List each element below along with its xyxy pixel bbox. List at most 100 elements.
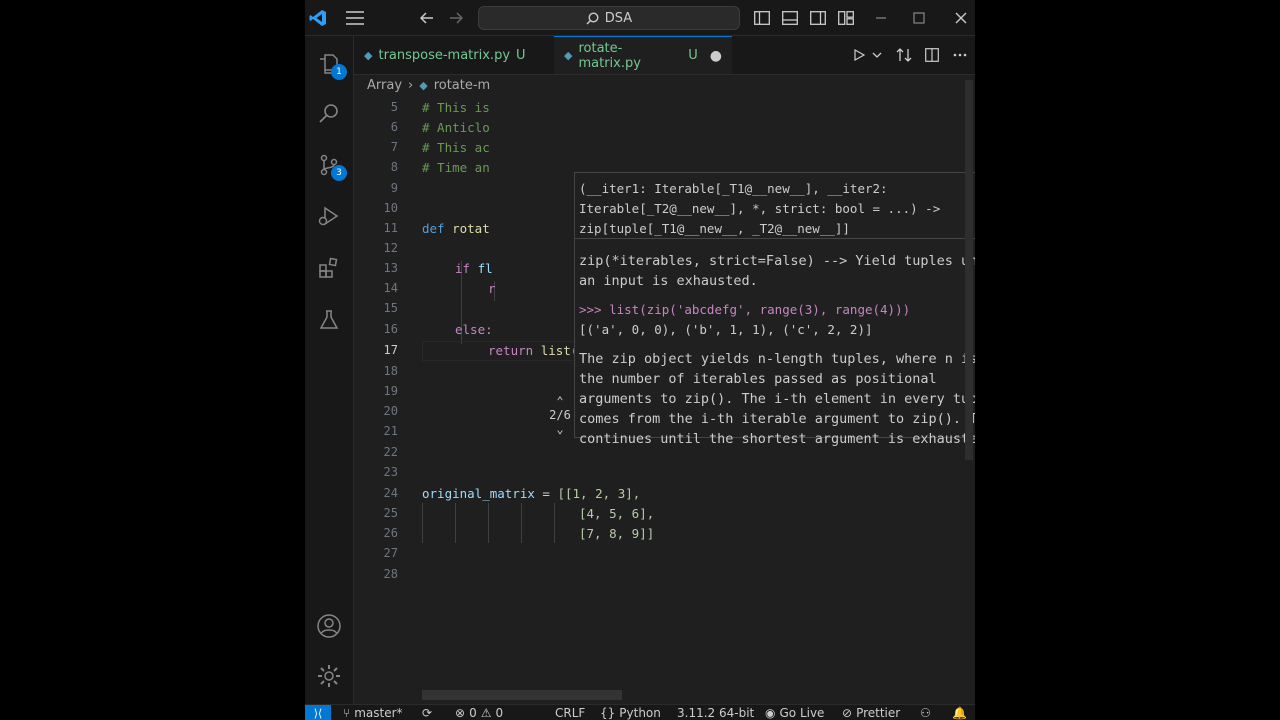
prettier-button[interactable]: ⊘ Prettier: [842, 706, 900, 720]
braces-icon: {}: [600, 706, 616, 720]
line-number: 13: [383, 261, 398, 275]
unsaved-dot-icon[interactable]: ●: [710, 48, 722, 64]
extensions-icon[interactable]: [313, 252, 345, 284]
toggle-primary-sidebar-icon[interactable]: [752, 8, 772, 28]
search-sidebar-icon[interactable]: [313, 98, 345, 130]
explorer-icon[interactable]: 1: [313, 48, 347, 80]
line-number: 7: [390, 140, 398, 154]
matrix-row-2: [4, 5, 6],: [579, 506, 655, 521]
accounts-status-icon[interactable]: ⚇: [920, 706, 931, 720]
accounts-icon[interactable]: [313, 610, 345, 642]
breadcrumb-file[interactable]: rotate-m: [434, 78, 491, 93]
overload-counter: 2/6: [549, 408, 571, 422]
run-python-icon[interactable]: [849, 45, 869, 65]
code-comment-line: # This ac: [422, 140, 490, 155]
code-comment-line: # Time an: [422, 160, 490, 175]
go-live-button[interactable]: ◉ Go Live: [765, 706, 824, 720]
variable-original-matrix: original_matrix: [422, 486, 535, 501]
back-arrow-icon[interactable]: [417, 8, 437, 28]
git-branch-icon: ⑂: [343, 706, 351, 720]
tab-label: rotate-matrix.py: [578, 40, 641, 71]
signature-line: (__iter1: Iterable[_T1@__new__], __iter2…: [579, 181, 888, 196]
line-number: 23: [383, 465, 398, 479]
status-bar: ⟩⟨ ⑂ master* ⟳ ⊗ 0 ⚠ 0 CRLF {} Python 3.11.…: [305, 704, 975, 720]
warning-count: 0: [495, 706, 504, 720]
code-comment-line: # This is: [422, 100, 490, 115]
line-number: 27: [383, 546, 398, 560]
chevron-right-icon: ›: [408, 78, 414, 93]
python-file-icon: ◆: [364, 48, 373, 62]
keyword-else: else:: [455, 322, 493, 337]
prettier-label: Prettier: [856, 706, 901, 720]
python-interpreter[interactable]: 3.11.2 64-bit: [677, 706, 754, 720]
more-actions-icon[interactable]: [950, 45, 970, 65]
line-number: 11: [383, 221, 398, 235]
vscode-window: DSA 1 3 ◆ transpose-matrix.py U ◆ rotate…: [305, 0, 975, 720]
code-line-return-partial: r: [488, 281, 496, 296]
indent-guide: [455, 503, 456, 543]
chevron-down-icon[interactable]: ⌄: [549, 422, 571, 436]
doc-example-input: >>> list(zip('abcdefg', range(3), range(…: [579, 302, 911, 317]
explorer-badge: 1: [331, 64, 347, 80]
menu-icon[interactable]: [345, 8, 365, 28]
line-number: 5: [390, 100, 398, 114]
remote-indicator-icon[interactable]: ⟩⟨: [305, 705, 331, 720]
forward-arrow-icon[interactable]: [446, 8, 466, 28]
chevron-up-icon[interactable]: ⌃: [549, 394, 571, 408]
editor-tabs: ◆ transpose-matrix.py U ◆ rotate-matrix.…: [354, 36, 975, 75]
split-editor-icon[interactable]: [922, 45, 942, 65]
chevron-down-icon[interactable]: [867, 45, 887, 65]
broadcast-icon: ◉: [765, 706, 776, 720]
tab-rotate-matrix[interactable]: ◆ rotate-matrix.py U ●: [554, 36, 732, 74]
language-mode[interactable]: {} Python: [600, 706, 661, 720]
branch-indicator[interactable]: ⑂ master*: [343, 706, 403, 720]
warning-icon: ⚠: [480, 706, 492, 720]
code-identifier: fl: [477, 261, 493, 276]
run-debug-icon[interactable]: [313, 200, 345, 232]
toggle-secondary-sidebar-icon[interactable]: [808, 8, 828, 28]
sync-icon[interactable]: ⟳: [422, 706, 432, 720]
tab-git-status: U: [688, 48, 698, 63]
keyword-def: def: [422, 221, 445, 236]
toggle-panel-icon[interactable]: [780, 8, 800, 28]
line-number: 12: [383, 241, 398, 255]
close-icon[interactable]: [951, 8, 971, 28]
popup-divider: [575, 238, 975, 239]
line-number: 10: [383, 201, 398, 215]
breadcrumb-folder[interactable]: Array: [367, 78, 402, 93]
function-list: list: [540, 343, 571, 358]
keyword-if: if: [455, 261, 471, 276]
error-icon: ⊗: [455, 706, 466, 720]
prettier-icon: ⊘: [842, 706, 853, 720]
search-icon: [586, 11, 599, 25]
minimize-icon[interactable]: [871, 8, 891, 28]
manage-gear-icon[interactable]: [313, 660, 345, 692]
search-text: DSA: [604, 10, 633, 26]
signature-help-popup: (__iter1: Iterable[_T1@__new__], __iter2…: [574, 172, 975, 447]
compare-changes-icon[interactable]: [894, 45, 914, 65]
error-count: 0: [469, 706, 477, 720]
line-number: 22: [383, 445, 398, 459]
code-line-assignment: original_matrix = [[1, 2, 3],: [422, 486, 641, 501]
matrix-row-1: [[1, 2, 3],: [557, 486, 641, 501]
branch-name: master*: [354, 706, 403, 720]
doc-description: zip(*iterables, strict=False) --> Yield …: [579, 253, 975, 289]
code-editor[interactable]: 5 6 7 8 9 10 11 12 13 14 15 16 17 18 19 20 21 22 23 24 25 26 2…: [354, 98, 975, 694]
maximize-icon[interactable]: [909, 8, 929, 28]
eol-indicator[interactable]: CRLF: [555, 706, 585, 720]
source-control-badge: 3: [331, 165, 347, 181]
testing-flask-icon[interactable]: [313, 304, 345, 336]
line-number: 20: [383, 404, 398, 418]
line-number: 15: [383, 301, 398, 315]
problems-indicator[interactable]: ⊗ 0 ⚠ 0: [455, 706, 503, 720]
line-number: 19: [383, 384, 398, 398]
horizontal-scrollbar[interactable]: [422, 690, 622, 700]
line-number: 24: [383, 486, 398, 500]
source-control-icon[interactable]: 3: [313, 149, 347, 181]
command-center-search[interactable]: DSA: [478, 6, 740, 30]
vertical-scrollbar[interactable]: [965, 80, 973, 460]
language-label: Python: [619, 706, 661, 720]
customize-layout-icon[interactable]: [836, 8, 856, 28]
notifications-bell-icon[interactable]: 🔔: [952, 706, 967, 720]
tab-transpose-matrix[interactable]: ◆ transpose-matrix.py U: [354, 36, 554, 74]
